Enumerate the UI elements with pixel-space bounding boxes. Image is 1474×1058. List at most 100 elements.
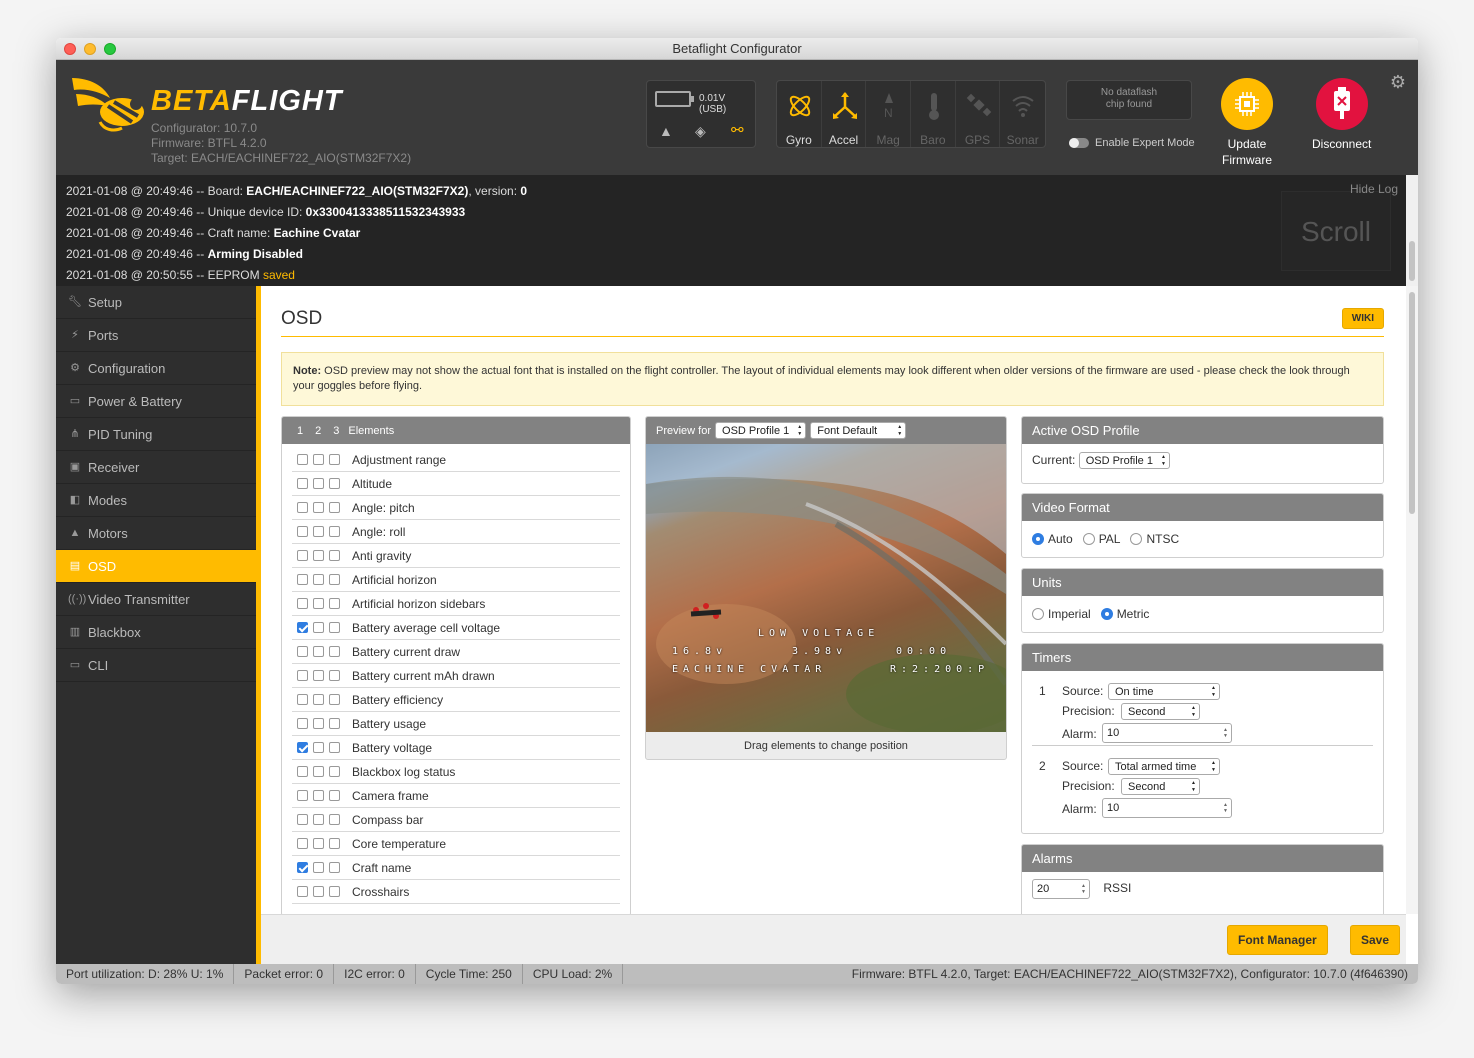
profile-1-checkbox[interactable]: [297, 838, 308, 849]
profile-2-checkbox[interactable]: [313, 574, 324, 585]
profile-1-checkbox[interactable]: [297, 862, 308, 873]
save-button[interactable]: Save: [1350, 925, 1401, 955]
profile-2-checkbox[interactable]: [313, 598, 324, 609]
osd-battery-voltage[interactable]: 16.8v: [672, 646, 727, 657]
profile-2-checkbox[interactable]: [313, 550, 324, 561]
profile-3-checkbox[interactable]: [329, 790, 340, 801]
profile-2-checkbox[interactable]: [313, 718, 324, 729]
update-firmware-button[interactable]: Update Firmware: [1221, 78, 1273, 168]
profile-3-checkbox[interactable]: [329, 478, 340, 489]
units-radio-metric[interactable]: [1100, 607, 1113, 620]
profile-2-checkbox[interactable]: [313, 766, 324, 777]
profile-1-checkbox[interactable]: [297, 694, 308, 705]
font-select[interactable]: Font Default: [810, 422, 907, 439]
profile-1-checkbox[interactable]: [297, 766, 308, 777]
sidebar-item-osd[interactable]: ▤ OSD: [56, 550, 256, 583]
close-window-button[interactable]: [64, 43, 76, 55]
osd-rssi[interactable]: R:2:200:P: [890, 664, 989, 675]
profile-1-checkbox[interactable]: [297, 886, 308, 897]
hide-log-link[interactable]: Hide Log: [1350, 179, 1398, 200]
settings-gear-icon[interactable]: ⚙: [1390, 72, 1406, 93]
preview-profile-select[interactable]: OSD Profile 1: [715, 422, 807, 439]
profile-2-checkbox[interactable]: [313, 694, 324, 705]
profile-3-checkbox[interactable]: [329, 838, 340, 849]
profile-2-checkbox[interactable]: [313, 838, 324, 849]
log-scrollbar[interactable]: [1406, 175, 1418, 286]
profile-1-checkbox[interactable]: [297, 550, 308, 561]
profile-3-checkbox[interactable]: [329, 622, 340, 633]
profile-2-checkbox[interactable]: [313, 670, 324, 681]
sidebar-item-power-battery[interactable]: ▭ Power & Battery: [56, 385, 256, 418]
expert-mode-toggle[interactable]: Enable Expert Mode: [1069, 137, 1195, 149]
profile-1-checkbox[interactable]: [297, 742, 308, 753]
profile-3-checkbox[interactable]: [329, 718, 340, 729]
profile-2-checkbox[interactable]: [313, 622, 324, 633]
profile-3-checkbox[interactable]: [329, 574, 340, 585]
profile-3-checkbox[interactable]: [329, 694, 340, 705]
profile-3-checkbox[interactable]: [329, 598, 340, 609]
profile-2-checkbox[interactable]: [313, 478, 324, 489]
sidebar-item-cli[interactable]: ▭ CLI: [56, 649, 256, 682]
profile-3-checkbox[interactable]: [329, 646, 340, 657]
profile-1-checkbox[interactable]: [297, 526, 308, 537]
profile-3-checkbox[interactable]: [329, 814, 340, 825]
sidebar-item-motors[interactable]: ▲ Motors: [56, 517, 256, 550]
sidebar-item-video-transmitter[interactable]: ((·)) Video Transmitter: [56, 583, 256, 616]
profile-3-checkbox[interactable]: [329, 862, 340, 873]
profile-2-checkbox[interactable]: [313, 814, 324, 825]
sidebar-item-configuration[interactable]: ⚙ Configuration: [56, 352, 256, 385]
osd-warning[interactable]: LOW VOLTAGE: [758, 628, 879, 639]
disconnect-button[interactable]: Disconnect: [1312, 78, 1371, 152]
sidebar-item-ports[interactable]: ⚡︎ Ports: [56, 319, 256, 352]
profile-2-checkbox[interactable]: [313, 526, 324, 537]
profile-3-checkbox[interactable]: [329, 670, 340, 681]
osd-craft-name[interactable]: EACHINE CVATAR: [672, 664, 826, 675]
video-format-radio-ntsc[interactable]: [1130, 532, 1143, 545]
profile-3-checkbox[interactable]: [329, 454, 340, 465]
profile-1-checkbox[interactable]: [297, 646, 308, 657]
osd-cell-voltage[interactable]: 3.98v: [792, 646, 847, 657]
profile-2-checkbox[interactable]: [313, 646, 324, 657]
timer-precision-select[interactable]: Second: [1121, 778, 1200, 795]
rssi-alarm-input[interactable]: 20: [1032, 879, 1090, 899]
expert-mode-switch[interactable]: [1069, 138, 1089, 148]
profile-1-checkbox[interactable]: [297, 814, 308, 825]
sidebar-item-modes[interactable]: ◧ Modes: [56, 484, 256, 517]
profile-1-checkbox[interactable]: [297, 502, 308, 513]
profile-1-checkbox[interactable]: [297, 574, 308, 585]
active-profile-select[interactable]: OSD Profile 1: [1078, 452, 1170, 469]
timer-precision-select[interactable]: Second: [1121, 703, 1200, 720]
osd-timer[interactable]: 00:00: [896, 646, 951, 657]
profile-1-checkbox[interactable]: [297, 718, 308, 729]
profile-3-checkbox[interactable]: [329, 742, 340, 753]
font-manager-button[interactable]: Font Manager: [1227, 925, 1328, 955]
profile-1-checkbox[interactable]: [297, 454, 308, 465]
timer-alarm-input[interactable]: 10: [1102, 723, 1232, 743]
profile-2-checkbox[interactable]: [313, 790, 324, 801]
minimize-window-button[interactable]: [84, 43, 96, 55]
profile-3-checkbox[interactable]: [329, 766, 340, 777]
units-radio-imperial[interactable]: [1032, 607, 1044, 620]
sidebar-item-blackbox[interactable]: ▥ Blackbox: [56, 616, 256, 649]
profile-2-checkbox[interactable]: [313, 742, 324, 753]
profile-2-checkbox[interactable]: [313, 862, 324, 873]
profile-2-checkbox[interactable]: [313, 454, 324, 465]
profile-1-checkbox[interactable]: [297, 622, 308, 633]
timer-source-select[interactable]: On time: [1108, 683, 1220, 700]
wiki-button[interactable]: WIKI: [1341, 308, 1384, 329]
main-scrollbar[interactable]: [1406, 286, 1418, 914]
profile-1-checkbox[interactable]: [297, 478, 308, 489]
profile-3-checkbox[interactable]: [329, 526, 340, 537]
timer-source-select[interactable]: Total armed time: [1108, 758, 1220, 775]
osd-preview-image[interactable]: LOW VOLTAGE 16.8v 3.98v 00:00 EACHINE CV…: [646, 444, 1006, 732]
profile-2-checkbox[interactable]: [313, 502, 324, 513]
zoom-window-button[interactable]: [104, 43, 116, 55]
sidebar-item-pid-tuning[interactable]: ⋔ PID Tuning: [56, 418, 256, 451]
video-format-radio-auto[interactable]: [1032, 532, 1044, 545]
video-format-radio-pal[interactable]: [1082, 532, 1095, 545]
profile-3-checkbox[interactable]: [329, 886, 340, 897]
sidebar-item-receiver[interactable]: ▣ Receiver: [56, 451, 256, 484]
sidebar-item-setup[interactable]: 🔧︎ Setup: [56, 286, 256, 319]
profile-3-checkbox[interactable]: [329, 502, 340, 513]
profile-1-checkbox[interactable]: [297, 670, 308, 681]
